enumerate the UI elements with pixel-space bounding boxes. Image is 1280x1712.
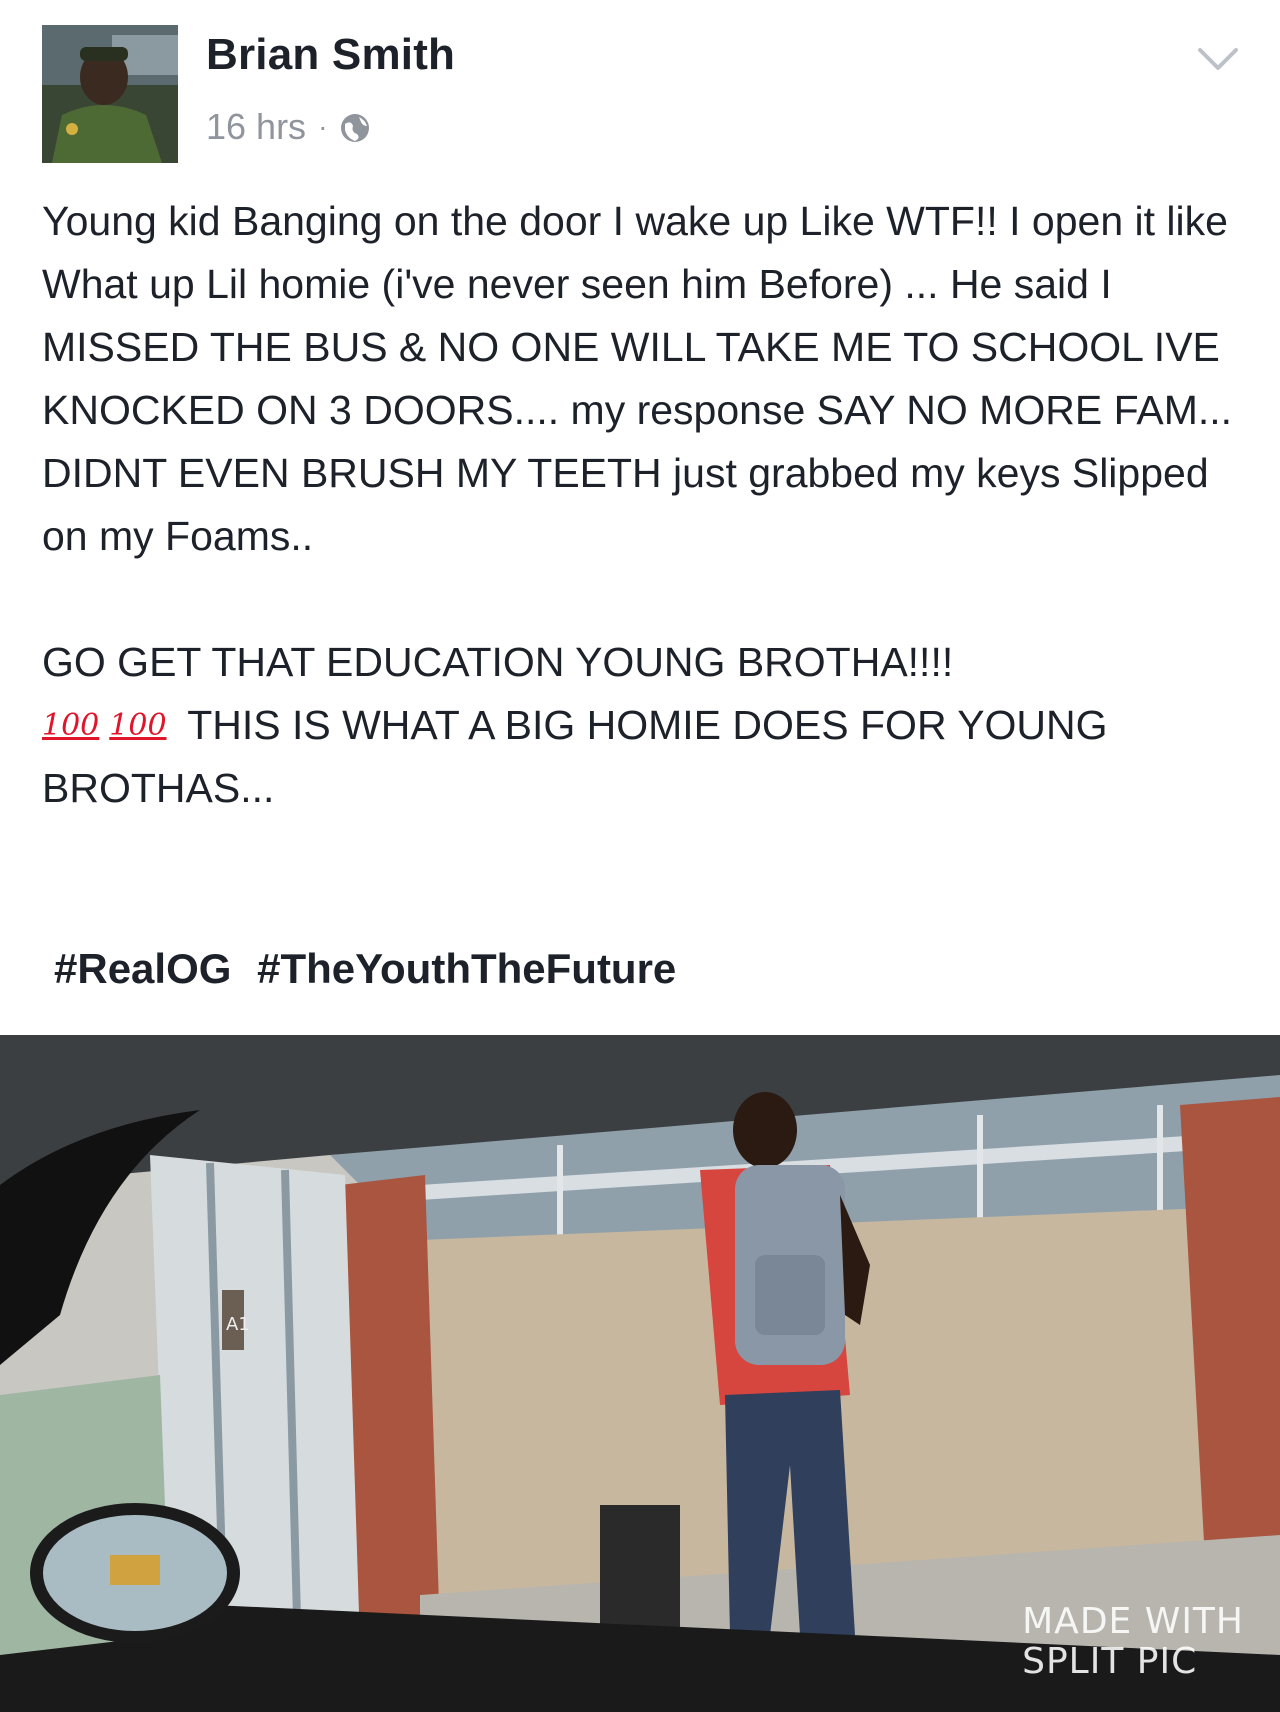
timestamp[interactable]: 16 hrs <box>206 106 306 148</box>
author-name[interactable]: Brian Smith <box>206 30 455 80</box>
avatar[interactable] <box>42 25 178 163</box>
post-photo[interactable]: A1 MADE WITH SPLIT PIC <box>0 1035 1280 1712</box>
watermark-line-2: SPLIT PIC <box>1022 1641 1198 1682</box>
watermark-line-1: MADE WITH <box>1022 1601 1244 1642</box>
hundred-points-icon: 100 <box>42 708 100 743</box>
facebook-post: Brian Smith 16 hrs · Young kid Banging o… <box>0 0 1280 1035</box>
hashtag-link[interactable]: #RealOG <box>54 945 231 992</box>
hundred-points-icon: 100 <box>109 708 167 743</box>
watermark: MADE WITH SPLIT PIC <box>1022 1602 1244 1682</box>
post-paragraph-1: Young kid Banging on the door I wake up … <box>42 198 1233 559</box>
post-paragraph-2: GO GET THAT EDUCATION YOUNG BROTHA!!!! <box>42 639 954 685</box>
hashtag-link[interactable]: #TheYouthTheFuture <box>257 945 676 992</box>
post-body: Young kid Banging on the door I wake up … <box>42 190 1252 820</box>
door-sign: A1 <box>226 1314 250 1335</box>
globe-icon[interactable] <box>339 111 371 143</box>
avatar-photo <box>42 25 178 163</box>
post-meta: 16 hrs · <box>206 106 371 148</box>
chevron-down-icon[interactable] <box>1196 44 1240 74</box>
meta-separator: · <box>318 111 328 142</box>
post-paragraph-3: 100 100 THIS IS WHAT A BIG HOMIE DOES FOR… <box>42 694 1252 820</box>
hashtags: #RealOG #TheYouthTheFuture <box>54 945 690 993</box>
post-paragraph-3-text: THIS IS WHAT A BIG HOMIE DOES FOR YOUNG … <box>42 702 1108 811</box>
